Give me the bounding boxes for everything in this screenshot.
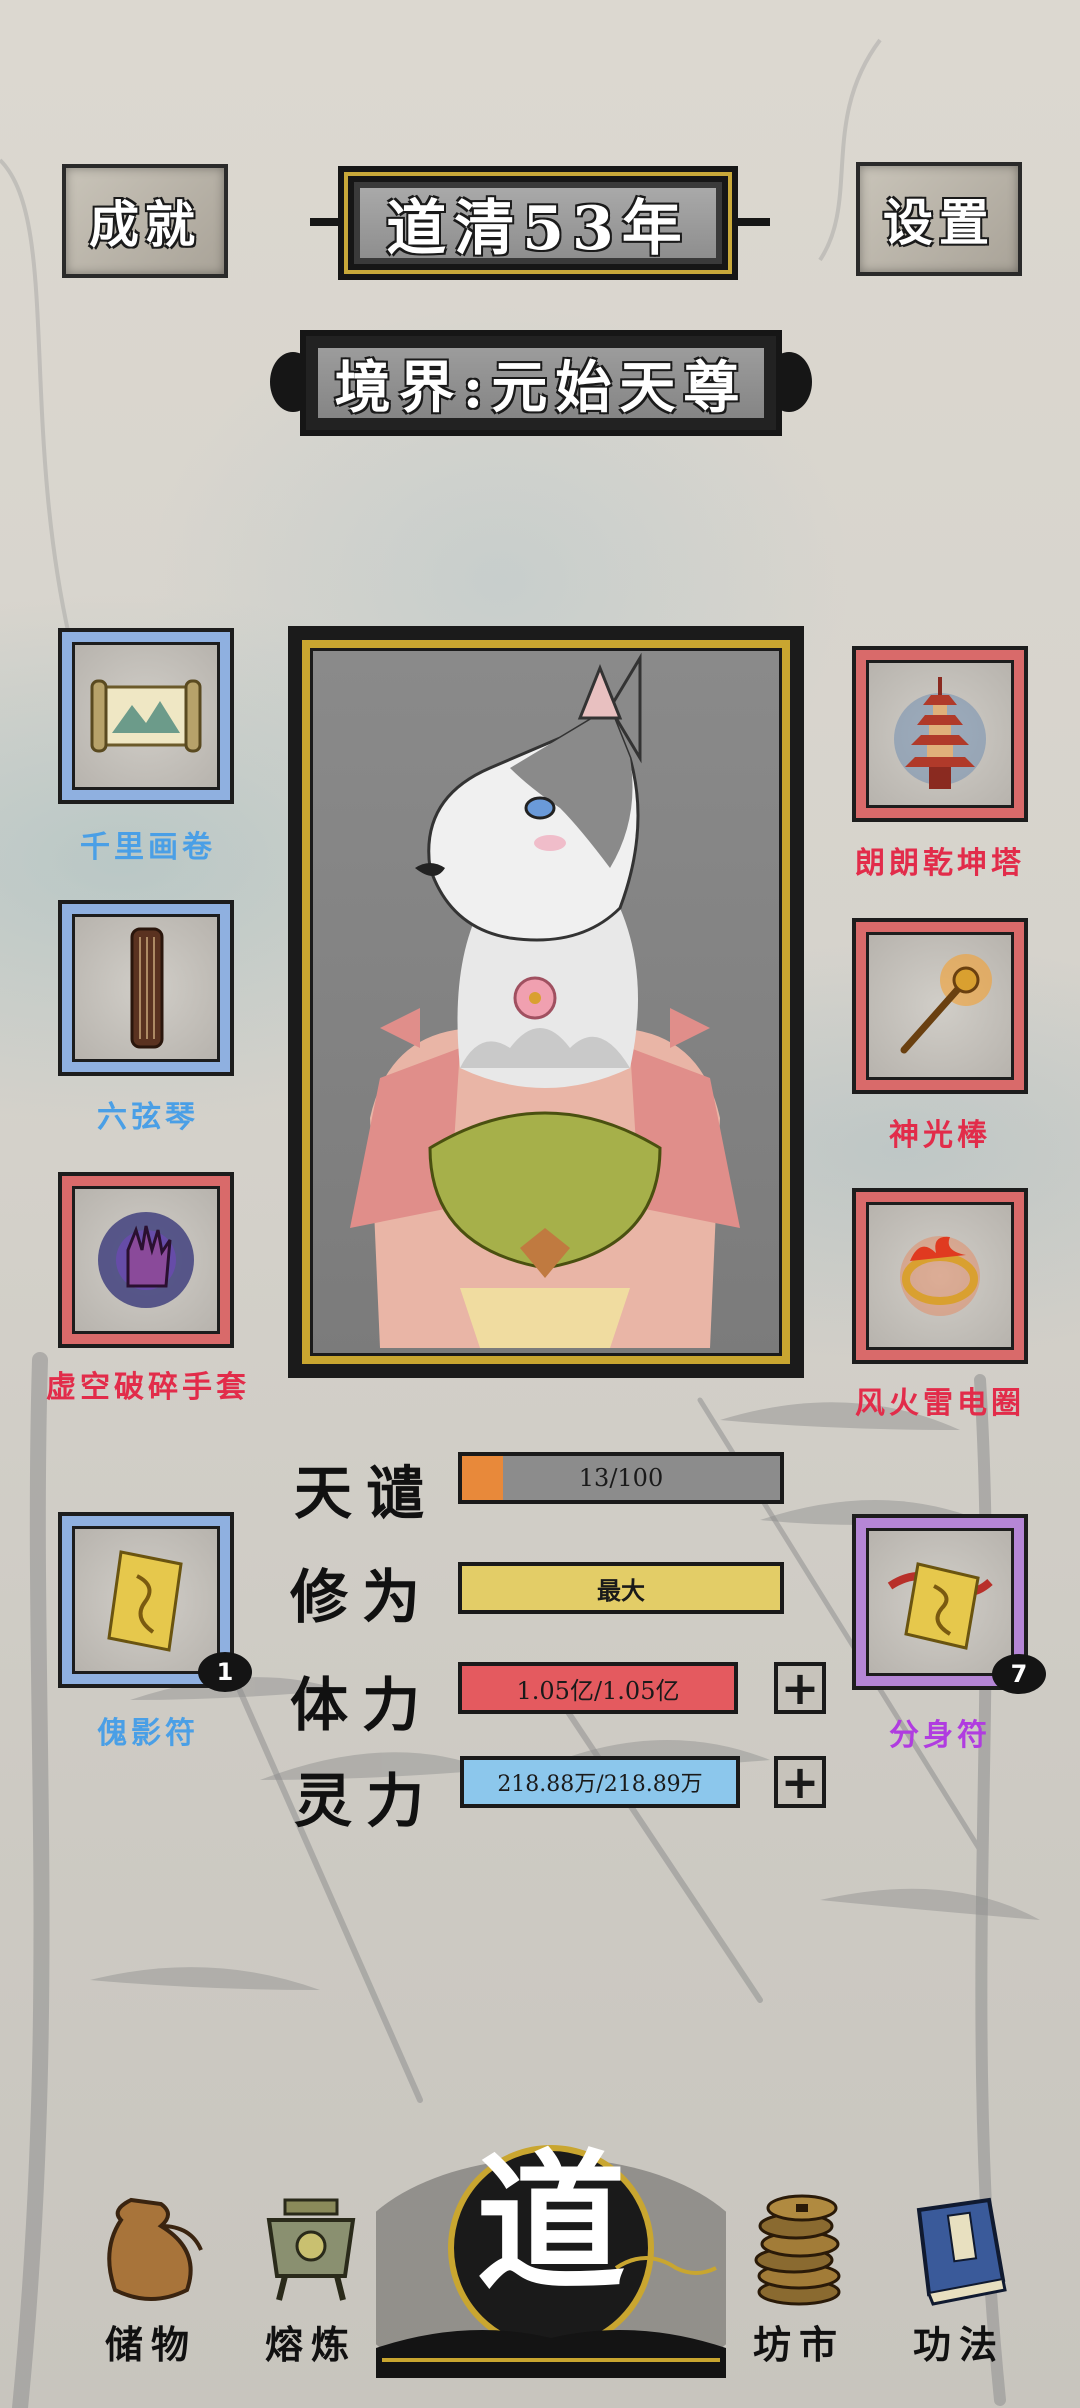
year-plaque: 道清53年: [338, 166, 738, 280]
nav-market-label: 坊市: [752, 2322, 845, 2367]
void-glove-icon: [98, 1212, 194, 1308]
wind-fire-ring-icon: [900, 1236, 980, 1316]
item-count-badge: 1: [198, 1652, 252, 1692]
talisman-icon: [107, 1550, 183, 1652]
tianqian-bar: 13/100: [458, 1452, 784, 1504]
tili-value: 1.05亿/1.05亿: [516, 1676, 680, 1705]
achievements-button[interactable]: 成就: [62, 164, 228, 278]
item-slot-ring[interactable]: [852, 1188, 1028, 1364]
nav-storage[interactable]: 储物: [76, 2180, 226, 2369]
stat-label-tili: 体力: [290, 1671, 435, 1739]
item-slot-staff[interactable]: [852, 918, 1028, 1094]
nav-techniques[interactable]: 功法: [884, 2190, 1034, 2369]
dao-center-button[interactable]: 道: [376, 2128, 726, 2378]
lingli-plus-button[interactable]: +: [774, 1756, 826, 1808]
item-slot-scroll[interactable]: [58, 628, 234, 804]
dao-label: 道: [475, 2135, 626, 2311]
item-count-badge: 7: [992, 1654, 1046, 1694]
cauldron-icon: [266, 2198, 356, 2301]
nav-techniques-label: 功法: [912, 2322, 1005, 2367]
nav-storage-label: 储物: [104, 2322, 197, 2367]
xiuwei-bar: 最大: [458, 1562, 784, 1614]
tianqian-bar-fill: [462, 1456, 504, 1500]
tili-bar: 1.05亿/1.05亿: [458, 1662, 738, 1714]
item-slot-glove[interactable]: [58, 1172, 234, 1348]
stat-label-xiuwei: 修为: [290, 1563, 435, 1631]
guqin-icon: [130, 927, 164, 1049]
clone-talisman-icon: [887, 1562, 993, 1650]
achievements-label: 成就: [89, 195, 201, 254]
nav-market[interactable]: 坊市: [724, 2180, 874, 2369]
lingli-bar: 218.88万/218.89万: [460, 1756, 740, 1808]
tianqian-value: 13/100: [578, 1464, 664, 1492]
item-label: 千里画卷: [80, 830, 216, 865]
realm-plaque: 境界:元始天尊: [300, 330, 782, 436]
tili-plus-button[interactable]: +: [774, 1662, 826, 1714]
item-label: 朗朗乾坤塔: [855, 846, 1025, 881]
item-label: 六弦琴: [97, 1100, 199, 1135]
settings-label: 设置: [883, 193, 995, 252]
item-label: 分身符: [889, 1718, 991, 1753]
stat-label-lingli: 灵力: [294, 1767, 439, 1835]
item-label: 虚空破碎手套: [46, 1370, 250, 1405]
nav-smelting-label: 熔炼: [264, 2322, 357, 2367]
item-slot-pagoda[interactable]: [852, 646, 1028, 822]
scroll-painting-icon: [90, 679, 202, 753]
storage-bag-icon: [107, 2197, 203, 2301]
realm-label: 境界:元始天尊: [334, 354, 748, 421]
lingli-value: 218.88万/218.89万: [497, 1772, 703, 1797]
character-portrait: [350, 652, 740, 1348]
divine-staff-icon: [900, 954, 992, 1054]
settings-button[interactable]: 设置: [856, 162, 1022, 276]
stat-label-tianqian: 天谴: [294, 1459, 439, 1527]
plus-icon: +: [780, 1755, 820, 1809]
item-slot-guqin[interactable]: [58, 900, 234, 1076]
pagoda-icon: [894, 677, 986, 789]
xiuwei-value: 最大: [597, 1575, 645, 1605]
coins-icon: [754, 2194, 841, 2306]
item-label: 傀影符: [97, 1716, 199, 1751]
item-label: 神光棒: [889, 1118, 991, 1153]
item-label: 风火雷电圈: [855, 1386, 1025, 1421]
year-label: 道清53年: [386, 193, 690, 264]
character-portrait-frame: [288, 626, 804, 1378]
manual-book-icon: [916, 2197, 1007, 2306]
nav-smelting[interactable]: 熔炼: [236, 2190, 386, 2369]
plus-icon: +: [780, 1661, 820, 1715]
